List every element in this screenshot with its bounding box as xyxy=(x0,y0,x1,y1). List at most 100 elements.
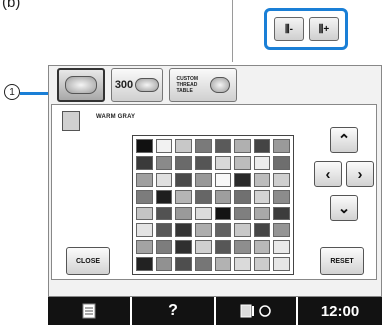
color-cell[interactable] xyxy=(136,240,153,255)
color-palette-panel: WARM GRAY ⌃ ‹ › ⌄ CLOSE RESET xyxy=(51,104,377,280)
color-cell[interactable] xyxy=(175,240,192,255)
scroll-up-button[interactable]: ⌃ xyxy=(330,127,358,153)
tab-custom-label: CUSTOM THREAD TABLE xyxy=(176,76,199,94)
color-cell[interactable] xyxy=(194,240,212,255)
color-cell[interactable] xyxy=(273,139,290,153)
color-cell[interactable] xyxy=(155,206,173,221)
color-cell[interactable] xyxy=(253,223,271,238)
color-cell[interactable] xyxy=(155,189,173,204)
color-cell[interactable] xyxy=(273,240,290,255)
color-cell[interactable] xyxy=(136,139,153,153)
color-cell[interactable] xyxy=(155,257,173,271)
scroll-down-button[interactable]: ⌄ xyxy=(330,195,358,221)
bottom-status-bar: ? 12:00 xyxy=(48,297,382,325)
color-cell[interactable] xyxy=(155,240,173,255)
thread-spool-icon xyxy=(65,76,97,94)
thread-color-screen: 300 CUSTOM THREAD TABLE WARM GRAY ⌃ ‹ › … xyxy=(48,65,382,297)
color-cell[interactable] xyxy=(253,155,271,170)
color-cell[interactable] xyxy=(175,155,192,170)
color-cell[interactable] xyxy=(155,223,173,238)
thread-spool-icon xyxy=(135,78,160,92)
color-cell[interactable] xyxy=(273,257,290,271)
chevron-down-icon: ⌄ xyxy=(337,200,351,217)
color-cell[interactable] xyxy=(136,172,153,187)
scroll-right-button[interactable]: › xyxy=(346,161,374,187)
tab-thread-brand[interactable] xyxy=(57,68,105,102)
figure-caption: (b) xyxy=(2,0,21,11)
close-button[interactable]: CLOSE xyxy=(66,247,110,275)
color-cell[interactable] xyxy=(155,155,173,170)
color-cell[interactable] xyxy=(175,223,192,238)
color-cell[interactable] xyxy=(273,189,290,204)
callout-marker: 1 xyxy=(4,84,20,100)
color-cell[interactable] xyxy=(155,172,173,187)
color-cell[interactable] xyxy=(175,139,192,153)
color-cell[interactable] xyxy=(194,206,212,221)
color-cell[interactable] xyxy=(194,172,212,187)
color-cell[interactable] xyxy=(214,172,232,187)
color-cell[interactable] xyxy=(253,240,271,255)
color-cell[interactable] xyxy=(175,206,192,221)
color-cell[interactable] xyxy=(155,139,173,153)
current-color-swatch xyxy=(62,111,80,131)
color-cell[interactable] xyxy=(136,155,153,170)
color-cell[interactable] xyxy=(234,189,251,204)
help-button[interactable]: ? xyxy=(132,297,214,325)
scroll-left-button[interactable]: ‹ xyxy=(314,161,342,187)
zoom-out-label: ⫼- xyxy=(285,23,293,35)
color-cell[interactable] xyxy=(136,223,153,238)
color-cell[interactable] xyxy=(136,206,153,221)
color-cell[interactable] xyxy=(234,223,251,238)
color-cell[interactable] xyxy=(214,206,232,221)
zoom-in-label: ⫼+ xyxy=(318,23,330,35)
color-cell[interactable] xyxy=(273,223,290,238)
color-cell[interactable] xyxy=(175,172,192,187)
thread-spool-icon xyxy=(209,77,230,93)
color-cell[interactable] xyxy=(214,240,232,255)
color-cell[interactable] xyxy=(253,206,271,221)
page-button[interactable] xyxy=(48,297,130,325)
color-cell[interactable] xyxy=(234,257,251,271)
color-cell[interactable] xyxy=(194,223,212,238)
tab-300-colors[interactable]: 300 xyxy=(111,68,163,102)
color-cell[interactable] xyxy=(234,172,251,187)
color-cell[interactable] xyxy=(194,155,212,170)
thread-settings-button[interactable] xyxy=(216,297,296,325)
color-cell[interactable] xyxy=(273,172,290,187)
current-color-name: WARM GRAY xyxy=(96,114,136,120)
color-cell[interactable] xyxy=(214,155,232,170)
page-icon xyxy=(82,303,96,319)
color-cell[interactable] xyxy=(253,139,271,153)
tab-300-label: 300 xyxy=(114,79,134,91)
color-cell[interactable] xyxy=(214,189,232,204)
zoom-in-button[interactable]: ⫼+ xyxy=(309,17,339,41)
color-cell[interactable] xyxy=(194,257,212,271)
color-cell[interactable] xyxy=(214,257,232,271)
tab-custom-thread-table[interactable]: CUSTOM THREAD TABLE xyxy=(169,68,237,102)
chevron-up-icon: ⌃ xyxy=(337,132,351,149)
reset-button[interactable]: RESET xyxy=(320,247,364,275)
color-cell[interactable] xyxy=(273,155,290,170)
close-button-label: CLOSE xyxy=(75,257,101,265)
color-cell[interactable] xyxy=(194,189,212,204)
color-cell[interactable] xyxy=(253,172,271,187)
color-cell[interactable] xyxy=(234,155,251,170)
zoom-out-button[interactable]: ⫼- xyxy=(274,17,304,41)
color-cell[interactable] xyxy=(234,206,251,221)
reset-button-label: RESET xyxy=(330,257,354,265)
clock-time: 12:00 xyxy=(320,302,360,320)
color-cell[interactable] xyxy=(253,189,271,204)
color-cell[interactable] xyxy=(273,206,290,221)
chevron-right-icon: › xyxy=(357,165,363,183)
color-cell[interactable] xyxy=(234,139,251,153)
color-cell[interactable] xyxy=(136,257,153,271)
color-cell[interactable] xyxy=(253,257,271,271)
color-cell[interactable] xyxy=(175,189,192,204)
callout-number: 1 xyxy=(9,86,15,98)
color-cell[interactable] xyxy=(136,189,153,204)
color-cell[interactable] xyxy=(214,139,232,153)
color-cell[interactable] xyxy=(194,139,212,153)
color-cell[interactable] xyxy=(214,223,232,238)
color-cell[interactable] xyxy=(175,257,192,271)
color-cell[interactable] xyxy=(234,240,251,255)
